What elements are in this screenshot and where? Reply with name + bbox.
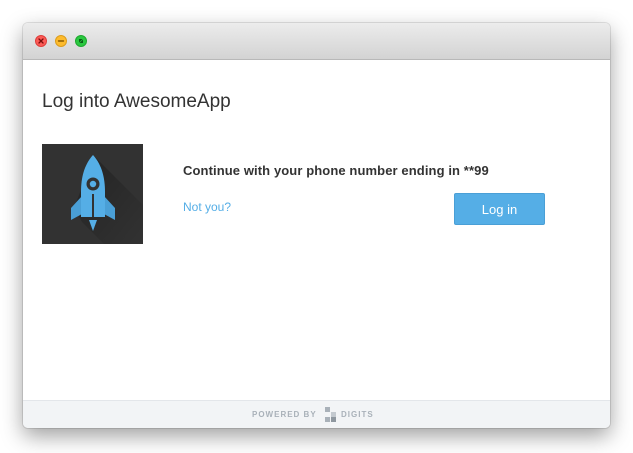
app-window: Log into AwesomeApp Continue with your p… bbox=[23, 23, 610, 428]
maximize-window-button[interactable] bbox=[75, 35, 87, 47]
digits-brand-label: DIGITS bbox=[341, 410, 374, 419]
not-you-link[interactable]: Not you? bbox=[183, 200, 231, 214]
desktop: Log into AwesomeApp Continue with your p… bbox=[0, 0, 633, 453]
minimize-icon bbox=[57, 40, 65, 42]
minimize-window-button[interactable] bbox=[55, 35, 67, 47]
powered-by-label: POWERED BY bbox=[252, 410, 317, 419]
fullscreen-icon bbox=[79, 39, 83, 43]
rocket-icon bbox=[71, 155, 143, 244]
phone-confirmation-text: Continue with your phone number ending i… bbox=[183, 163, 489, 178]
login-button[interactable]: Log in bbox=[454, 193, 545, 225]
footer: POWERED BY DIGITS bbox=[23, 400, 610, 428]
close-icon bbox=[38, 38, 44, 44]
close-window-button[interactable] bbox=[35, 35, 47, 47]
dialog-title: Log into AwesomeApp bbox=[42, 91, 231, 112]
app-icon-tile bbox=[42, 144, 143, 244]
digits-logo-icon bbox=[325, 407, 336, 422]
window-titlebar[interactable] bbox=[23, 23, 610, 60]
